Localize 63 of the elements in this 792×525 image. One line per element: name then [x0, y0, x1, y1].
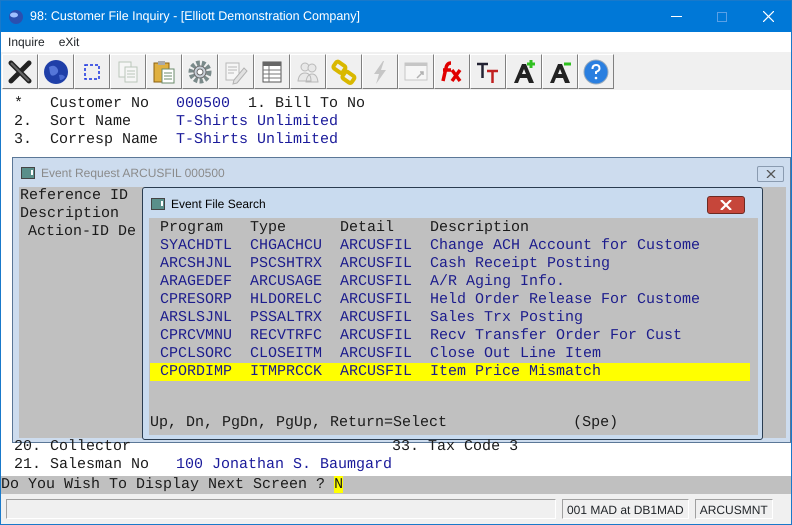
toolbar-button[interactable]: [74, 54, 110, 89]
field-label: Salesman No: [50, 456, 150, 474]
field-value: 000500: [176, 95, 230, 113]
globe-icon: [42, 58, 70, 86]
maximize-icon: [717, 12, 727, 22]
field-number: *: [14, 95, 24, 113]
field-number: 3.: [14, 131, 34, 149]
field-label: Customer No: [50, 95, 150, 113]
status-pane: ARCUSMNT: [694, 499, 773, 519]
field-value: 100 Jonathan S. Baumgard: [176, 456, 392, 474]
prompt-answer[interactable]: N: [334, 476, 344, 493]
mode-hint: (Spe): [573, 414, 618, 432]
list-row[interactable]: ARCSHJNL PSCSHTRX ARCUSFIL Cash Receipt Posting: [150, 255, 750, 273]
column-header: Program: [160, 219, 224, 237]
menu-item[interactable]: eXit: [58, 33, 80, 51]
field-label: Description: [20, 205, 120, 223]
list-row[interactable]: ARSLSJNL PSSALTRX ARCUSFIL Sales Trx Posting: [150, 309, 750, 327]
list-row[interactable]: CPRCVMNU RECVTRFC ARCUSFIL Recv Transfer Order For Cust: [150, 327, 750, 345]
status-pane: 001 MAD at DB1MAD: [562, 499, 689, 519]
field-label: Sort Name: [50, 113, 132, 131]
window-title: 98: Customer File Inquiry - [Elliott Demonstration Company]: [30, 8, 360, 26]
field-label: 1. Bill To No: [248, 95, 366, 113]
chain-icon: [330, 58, 358, 86]
dialog-title: Event Request ARCUSFIL 000500: [41, 165, 225, 182]
field-label: Collector: [50, 438, 132, 456]
close-button[interactable]: [707, 196, 745, 214]
toolbar-button[interactable]: [254, 54, 290, 89]
field-value: T-Shirts Unlimited: [176, 131, 338, 149]
field-value: T-Shirts Unlimited: [176, 113, 338, 131]
close-icon: [762, 11, 774, 22]
field-number: 2.: [14, 113, 34, 131]
list-row[interactable]: CPRESORP HLDORELC ARCUSFIL Held Order Release For Custome: [150, 291, 750, 309]
field-number: 21.: [14, 456, 41, 474]
toolbar-button[interactable]: [2, 54, 38, 89]
field-label: Action-ID De: [28, 223, 136, 241]
dialog-title: Event File Search: [171, 196, 266, 212]
close-icon: [720, 200, 732, 210]
column-header: Description: [430, 219, 530, 237]
app-icon: [8, 8, 24, 24]
toolbar-button[interactable]: [470, 54, 506, 89]
close-button[interactable]: [757, 166, 784, 182]
window-icon: [151, 198, 165, 210]
column-header: Detail: [340, 219, 396, 237]
list-row[interactable]: ARAGEDEF ARCUSAGE ARCUSFIL A/R Aging Info.: [150, 273, 750, 291]
gear-icon: [186, 58, 214, 86]
toolbar-button[interactable]: [506, 54, 542, 89]
menu-item[interactable]: Inquire: [8, 33, 45, 51]
window-icon: [21, 167, 35, 179]
close-icon: [766, 170, 776, 178]
list-row[interactable]: CPCLSORC CLOSEITM ARCUSFIL Close Out Line Item: [150, 345, 750, 363]
column-header: Type: [250, 219, 288, 237]
toolbar-button[interactable]: [542, 54, 578, 89]
key-help: Up, Dn, PgDn, PgUp, Return=Select: [150, 414, 448, 432]
field-label: Reference ID: [20, 187, 128, 205]
list-row[interactable]: CPORDIMP ITMPRCCK ARCUSFIL Item Price Mismatch: [150, 363, 750, 381]
field-label: Corresp Name: [50, 131, 160, 149]
prompt-text: Do You Wish To Display Next Screen ?: [1, 476, 326, 493]
toolbar-button[interactable]: [38, 54, 74, 89]
help-icon: [582, 58, 610, 86]
field-label: 33. Tax Code 3: [392, 438, 518, 456]
field-number: 20.: [14, 438, 41, 456]
list-row[interactable]: SYACHDTL CHGACHCU ARCUSFIL Change ACH Account for Custome: [150, 237, 750, 255]
close-icon: [6, 58, 34, 86]
